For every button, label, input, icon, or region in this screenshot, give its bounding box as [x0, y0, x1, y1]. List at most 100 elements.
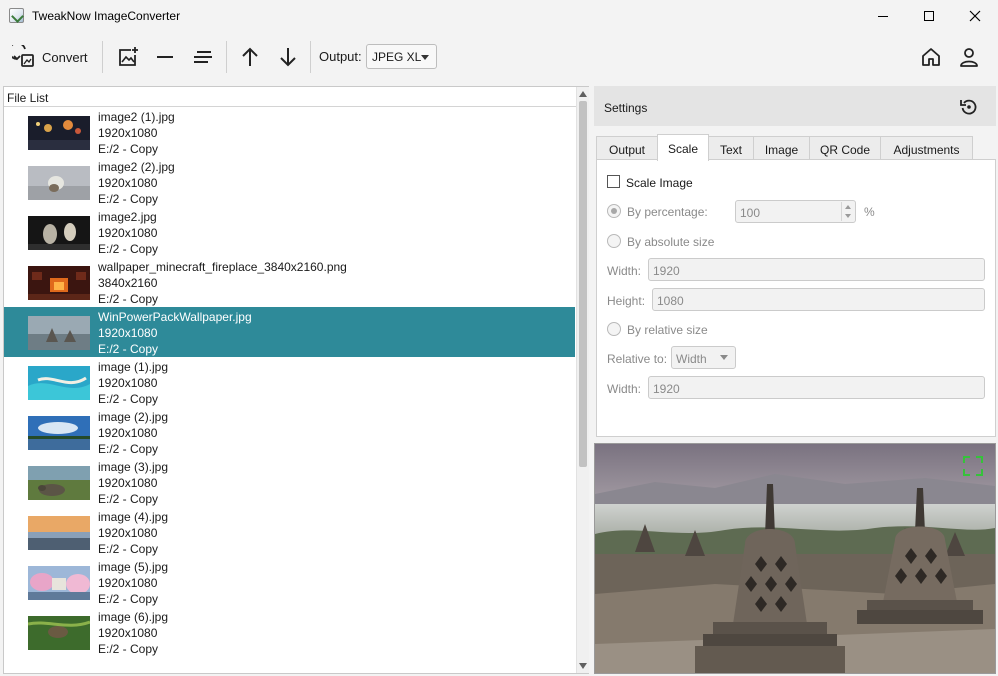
relative-width-input[interactable]: 1920 — [648, 376, 985, 399]
file-row[interactable]: image (6).jpg 1920x1080 E:/2 - Copy — [4, 607, 575, 657]
file-location: E:/2 - Copy — [98, 292, 159, 306]
toolbar-separator — [310, 41, 311, 73]
by-percentage-radio[interactable] — [607, 204, 621, 218]
percentage-spinner[interactable] — [841, 202, 854, 221]
close-button[interactable] — [952, 0, 998, 32]
chevron-down-icon — [720, 355, 728, 360]
thumbnail-image — [28, 416, 90, 450]
relative-to-select[interactable]: Width — [671, 346, 736, 369]
file-row[interactable]: image (3).jpg 1920x1080 E:/2 - Copy — [4, 457, 575, 507]
file-row[interactable]: image2 (1).jpg 1920x1080 E:/2 - Copy — [4, 107, 575, 157]
thumbnail-image — [28, 566, 90, 600]
height-label: Height: — [607, 294, 646, 308]
maximize-icon — [924, 11, 934, 21]
reset-icon[interactable] — [960, 98, 978, 116]
file-dimensions: 1920x1080 — [98, 326, 158, 340]
toolbar-separator — [226, 41, 227, 73]
file-row[interactable]: image (1).jpg 1920x1080 E:/2 - Copy — [4, 357, 575, 407]
file-row-selected[interactable]: WinPowerPackWallpaper.jpg 1920x1080 E:/2… — [4, 307, 575, 357]
file-name: image (4).jpg — [98, 510, 169, 524]
file-dimensions: 1920x1080 — [98, 376, 158, 390]
clear-list-button[interactable] — [190, 42, 216, 72]
spin-down-icon[interactable] — [845, 214, 851, 218]
file-dimensions: 1920x1080 — [98, 526, 158, 540]
title-bar: TweakNow ImageConverter — [0, 0, 998, 32]
relative-width-label: Width: — [607, 382, 642, 396]
scroll-up-icon[interactable] — [579, 91, 587, 97]
file-name: image (3).jpg — [98, 460, 169, 474]
file-name: WinPowerPackWallpaper.jpg — [98, 310, 252, 324]
spin-up-icon[interactable] — [845, 205, 851, 209]
file-row[interactable]: image (5).jpg 1920x1080 E:/2 - Copy — [4, 557, 575, 607]
file-name: image2 (1).jpg — [98, 110, 175, 124]
minimize-button[interactable] — [860, 0, 906, 32]
home-button[interactable] — [918, 42, 944, 72]
file-name: image (1).jpg — [98, 360, 169, 374]
by-percentage-label: By percentage: — [627, 205, 708, 219]
file-dimensions: 1920x1080 — [98, 426, 158, 440]
fullscreen-icon[interactable] — [962, 455, 984, 477]
file-row[interactable]: image2 (2).jpg 1920x1080 E:/2 - Copy — [4, 157, 575, 207]
scale-image-checkbox[interactable] — [607, 175, 620, 188]
percentage-input[interactable]: 100 — [735, 200, 856, 223]
file-list-header: File List — [4, 87, 576, 107]
lines-icon — [194, 51, 212, 63]
by-relative-size-label: By relative size — [627, 323, 708, 337]
percentage-value: 100 — [740, 206, 761, 220]
tab-adjustments[interactable]: Adjustments — [880, 136, 973, 160]
tab-image[interactable]: Image — [753, 136, 810, 160]
thumbnail-image — [28, 316, 90, 350]
file-row[interactable]: wallpaper_minecraft_fireplace_3840x2160.… — [4, 257, 575, 307]
by-relative-size-radio[interactable] — [607, 322, 621, 336]
file-location: E:/2 - Copy — [98, 142, 159, 156]
width-input[interactable]: 1920 — [648, 258, 985, 281]
by-absolute-size-radio[interactable] — [607, 234, 621, 248]
tab-scale[interactable]: Scale — [657, 134, 709, 161]
close-icon — [969, 10, 981, 22]
output-format-value: JPEG XL — [372, 50, 422, 64]
move-down-button[interactable] — [275, 42, 301, 72]
tab-qr-code[interactable]: QR Code — [809, 136, 881, 160]
file-name: image (5).jpg — [98, 560, 169, 574]
file-name: wallpaper_minecraft_fireplace_3840x2160.… — [98, 260, 347, 274]
height-input[interactable]: 1080 — [652, 288, 985, 311]
file-location: E:/2 - Copy — [98, 592, 159, 606]
image-preview — [594, 443, 996, 674]
file-list-scrollbar[interactable] — [576, 87, 589, 673]
file-row[interactable]: image (2).jpg 1920x1080 E:/2 - Copy — [4, 407, 575, 457]
preview-image — [595, 444, 995, 673]
file-row[interactable]: image (4).jpg 1920x1080 E:/2 - Copy — [4, 507, 575, 557]
relative-width-value: 1920 — [653, 382, 680, 396]
thumbnail-image — [28, 216, 90, 250]
user-button[interactable] — [956, 42, 982, 72]
by-absolute-size-label: By absolute size — [627, 235, 715, 249]
scrollbar-thumb[interactable] — [579, 101, 587, 467]
remove-button[interactable] — [152, 42, 178, 72]
file-name: image2 (2).jpg — [98, 160, 175, 174]
settings-title: Settings — [604, 101, 648, 115]
output-label: Output: — [319, 49, 362, 64]
add-image-button[interactable] — [114, 42, 142, 72]
file-location: E:/2 - Copy — [98, 242, 159, 256]
thumbnail-image — [28, 366, 90, 400]
maximize-button[interactable] — [906, 0, 952, 32]
scroll-down-icon[interactable] — [579, 663, 587, 669]
height-value: 1080 — [657, 294, 684, 308]
thumbnail-image — [28, 616, 90, 650]
move-up-button[interactable] — [237, 42, 263, 72]
thumbnail-image — [28, 266, 90, 300]
add-image-icon — [119, 47, 138, 66]
home-icon — [922, 48, 940, 66]
file-location: E:/2 - Copy — [98, 442, 159, 456]
file-row[interactable]: image2.jpg 1920x1080 E:/2 - Copy — [4, 207, 575, 257]
file-dimensions: 1920x1080 — [98, 226, 158, 240]
tab-output[interactable]: Output — [596, 136, 658, 160]
file-dimensions: 1920x1080 — [98, 126, 158, 140]
output-format-select[interactable]: JPEG XL — [366, 44, 437, 69]
arrow-up-icon — [242, 47, 258, 66]
tab-text[interactable]: Text — [708, 136, 754, 160]
percent-sign: % — [864, 205, 875, 219]
scale-settings-panel: Scale Image By percentage: 100 % By abso… — [596, 159, 996, 437]
minus-icon — [157, 56, 173, 58]
convert-button[interactable]: Convert — [12, 42, 92, 72]
